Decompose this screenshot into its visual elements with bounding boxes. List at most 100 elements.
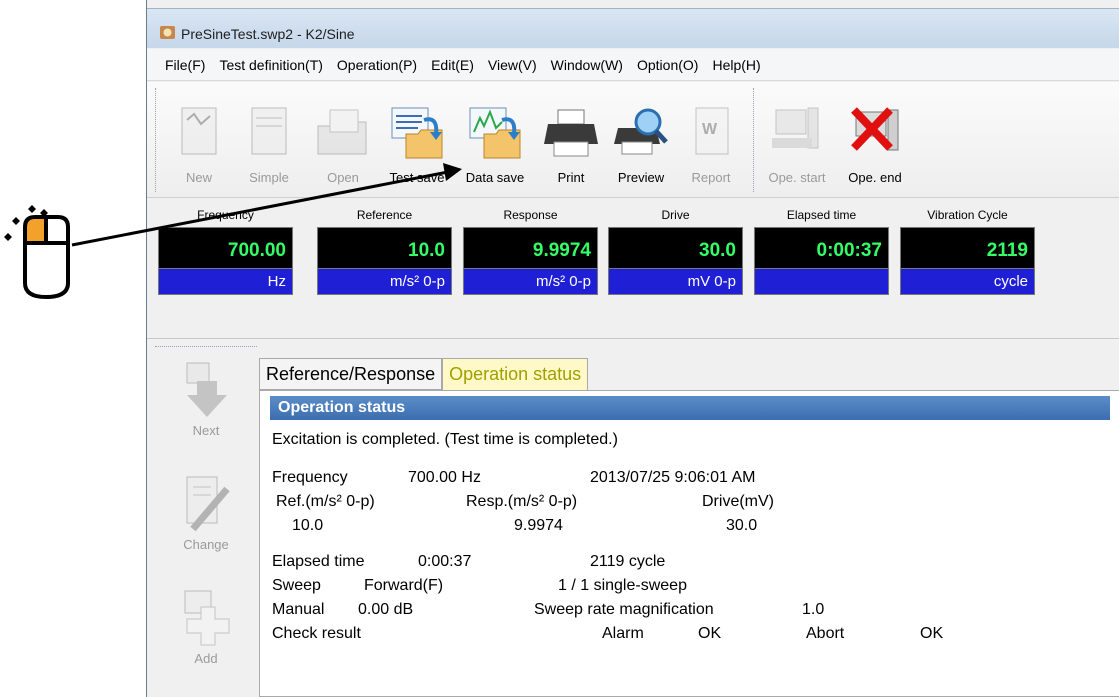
meter-value: 9.9974 — [463, 227, 598, 269]
side-toolbar: Next Change Add — [155, 346, 257, 697]
drive-meter: Drive 30.0 mV 0-p — [608, 208, 743, 295]
toolbar-separator — [753, 88, 755, 192]
elapsed-label: Elapsed time — [272, 553, 365, 570]
meter-value: 700.00 — [158, 227, 293, 269]
printer-icon — [544, 109, 598, 157]
meter-unit: m/s² 0-p — [317, 269, 452, 295]
svg-text:W: W — [702, 121, 718, 138]
print-preview-icon — [614, 108, 668, 155]
test-save-icon — [391, 107, 443, 159]
tab-reference-response[interactable]: Reference/Response — [259, 358, 443, 390]
operation-status-pane: Operation status Excitation is completed… — [259, 390, 1119, 697]
sweep-label: Sweep — [272, 577, 321, 594]
new-document-icon — [181, 107, 217, 155]
menu-option[interactable]: Option(O) — [631, 53, 706, 77]
cycle-count: 2119 cycle — [590, 553, 666, 570]
simple-document-icon — [251, 107, 287, 155]
meter-value: 10.0 — [317, 227, 452, 269]
simple-button[interactable]: Simple — [231, 104, 307, 188]
next-arrow-icon — [186, 362, 227, 417]
toolbar-separator — [155, 88, 157, 192]
meter-panel: Frequency 700.00 Hz Reference 10.0 m/s² … — [147, 199, 1119, 339]
edit-pencil-icon — [186, 476, 230, 532]
application-window: PreSineTest.swp2 - K2/Sine File(F) Test … — [146, 0, 1119, 697]
ope-end-button[interactable]: Ope. end — [837, 104, 913, 188]
meter-label: Drive — [661, 208, 690, 222]
meter-label: Reference — [356, 208, 413, 222]
test-save-button[interactable]: Test save — [379, 104, 455, 188]
meter-label: Vibration Cycle — [927, 208, 1008, 222]
menu-help[interactable]: Help(H) — [706, 53, 768, 77]
levels-header-row: Ref.(m/s² 0-p) Resp.(m/s² 0-p) Drive(mV) — [276, 493, 1076, 513]
meter-label: Frequency — [197, 208, 254, 222]
status-message: Excitation is completed. (Test time is c… — [272, 431, 618, 448]
operation-start-icon — [772, 107, 819, 149]
report-button[interactable]: W Report — [673, 104, 749, 188]
meter-label: Response — [503, 208, 558, 222]
meter-unit: m/s² 0-p — [463, 269, 598, 295]
ref-label: Ref.(m/s² 0-p) — [276, 493, 375, 510]
resp-label: Resp.(m/s² 0-p) — [466, 493, 578, 510]
frequency-label: Frequency — [272, 469, 348, 486]
response-meter: Response 9.9974 m/s² 0-p — [463, 208, 598, 295]
sweep-rate-label: Sweep rate magnification — [534, 601, 714, 618]
vibration-cycle-meter: Vibration Cycle 2119 cycle — [900, 208, 1035, 295]
preview-button[interactable]: Preview — [603, 104, 679, 188]
manual-row: Manual 0.00 dB Sweep rate magnification … — [272, 601, 1072, 621]
elapsed-row: Elapsed time 0:00:37 2119 cycle — [272, 553, 1072, 573]
alarm-label: Alarm — [602, 625, 644, 642]
panel-header: Operation status — [270, 396, 1110, 420]
operation-end-icon — [851, 107, 899, 151]
manual-value: 0.00 dB — [358, 601, 414, 618]
sweep-direction: Forward(F) — [364, 577, 444, 594]
data-save-button[interactable]: Data save — [457, 104, 533, 188]
change-button[interactable]: Change — [167, 475, 245, 552]
open-folder-icon — [317, 109, 367, 155]
frequency-value: 700.00 Hz — [408, 469, 481, 486]
new-button[interactable]: New — [161, 104, 237, 188]
meter-unit: mV 0-p — [608, 269, 743, 295]
drive-label: Drive(mV) — [702, 493, 774, 510]
check-result-label: Check result — [272, 625, 361, 642]
meter-unit: cycle — [900, 269, 1035, 295]
mouse-left-click-icon — [4, 205, 70, 300]
abort-value: OK — [920, 625, 944, 642]
sweep-count: 1 / 1 single-sweep — [558, 577, 687, 594]
data-save-icon — [469, 107, 521, 159]
tab-bar: Reference/Response Operation status — [259, 358, 589, 390]
menu-view[interactable]: View(V) — [482, 53, 545, 77]
elapsed-time-meter: Elapsed time 0:00:37 — [754, 208, 889, 295]
manual-label: Manual — [272, 601, 325, 618]
meter-value: 30.0 — [608, 227, 743, 269]
add-plus-icon — [184, 590, 230, 646]
menu-operation[interactable]: Operation(P) — [331, 53, 425, 77]
sweep-row: Sweep Forward(F) 1 / 1 single-sweep — [272, 577, 1072, 597]
next-button[interactable]: Next — [167, 361, 245, 438]
add-button[interactable]: Add — [167, 589, 245, 666]
timestamp: 2013/07/25 9:06:01 AM — [590, 469, 756, 486]
frequency-meter: Frequency 700.00 Hz — [158, 208, 293, 295]
meter-label: Elapsed time — [786, 208, 857, 222]
menu-edit[interactable]: Edit(E) — [425, 53, 482, 77]
elapsed-value: 0:00:37 — [418, 553, 472, 570]
tab-operation-status[interactable]: Operation status — [442, 358, 589, 390]
print-button[interactable]: Print — [533, 104, 609, 188]
frequency-row: Frequency 700.00 Hz 2013/07/25 9:06:01 A… — [272, 469, 1072, 489]
reference-meter: Reference 10.0 m/s² 0-p — [317, 208, 452, 295]
title-bar: PreSineTest.swp2 - K2/Sine — [147, 8, 1119, 48]
menu-test-definition[interactable]: Test definition(T) — [213, 53, 330, 77]
meter-unit: Hz — [158, 269, 293, 295]
meter-value: 0:00:37 — [754, 227, 889, 269]
alarm-value: OK — [698, 625, 722, 642]
resp-value: 9.9974 — [514, 517, 563, 534]
menu-window[interactable]: Window(W) — [545, 53, 631, 77]
menu-file[interactable]: File(F) — [159, 53, 213, 77]
check-result-row: Check result Alarm OK Abort OK — [272, 625, 1072, 645]
menu-bar: File(F) Test definition(T) Operation(P) … — [147, 49, 1119, 81]
meter-value: 2119 — [900, 227, 1035, 269]
ref-value: 10.0 — [292, 517, 324, 534]
document-area: Reference/Response Operation status Oper… — [259, 346, 1119, 697]
open-button[interactable]: Open — [305, 104, 381, 188]
word-report-icon: W — [695, 107, 729, 155]
ope-start-button[interactable]: Ope. start — [759, 104, 835, 188]
